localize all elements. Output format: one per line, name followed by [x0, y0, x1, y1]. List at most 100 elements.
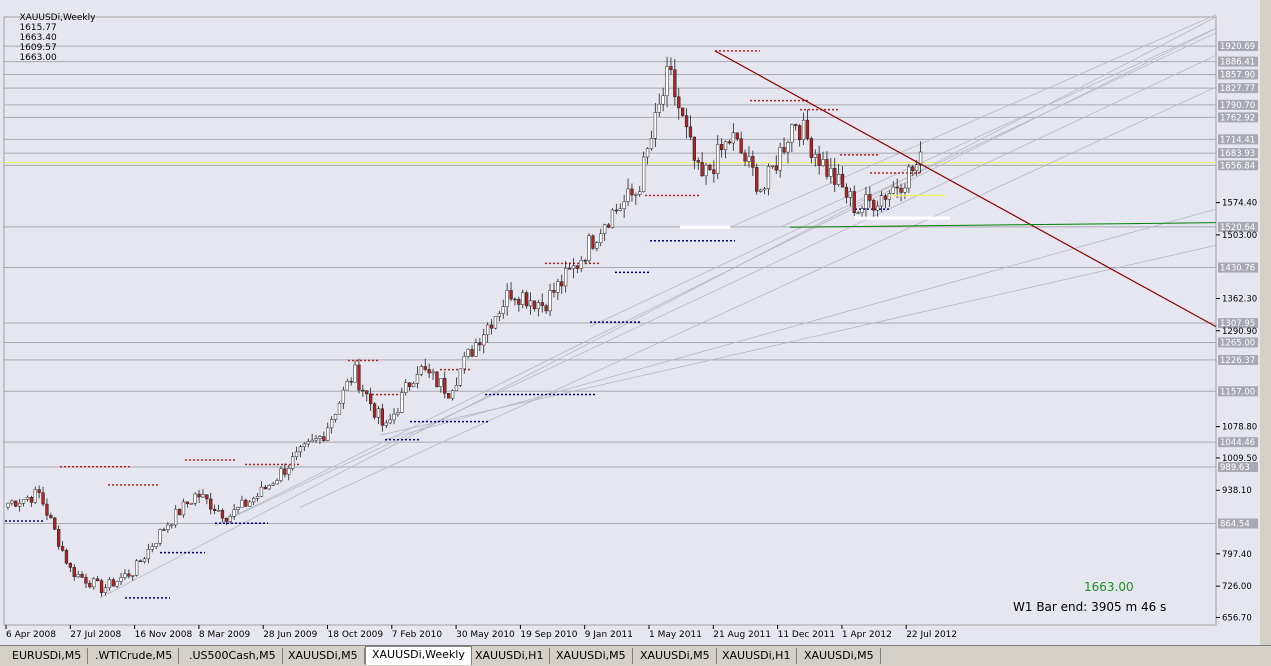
time-tick-label: 8 Mar 2009 [199, 630, 251, 640]
candle-body [96, 578, 100, 581]
tab-xauusdi-m5[interactable]: XAUUSDi,M5 [282, 648, 365, 664]
level-label: 1857.90 [1220, 70, 1255, 80]
candle-body [653, 112, 658, 139]
price-tick-label: 797.40 [1222, 550, 1252, 560]
tab-xauusdi-h1[interactable]: XAUUSDi,H1 [716, 648, 798, 664]
candle-body [271, 483, 275, 486]
candle-body [146, 549, 150, 560]
candle-body [801, 119, 806, 141]
candle-body [236, 507, 240, 510]
candle-body [372, 403, 377, 418]
candle-body [201, 494, 205, 498]
ohlc-header: XAUUSDi,Weekly 1615.77 1663.40 1609.57 1… [8, 3, 100, 73]
candle-body [860, 208, 864, 213]
candle-body [716, 144, 720, 174]
tab-wticrude-m5[interactable]: .WTICrude,M5 [89, 648, 180, 664]
current-price-overlay: 1663.00 [1084, 580, 1134, 594]
candle-body [782, 147, 786, 153]
price-tick-label: 656.70 [1222, 613, 1252, 623]
tab-us500cash-m5[interactable]: .US500Cash,M5 [183, 648, 283, 664]
price-tick-label: 1009.50 [1222, 454, 1257, 464]
candle-body [287, 468, 291, 475]
time-tick-label: 18 Oct 2009 [328, 630, 384, 640]
candle-body [809, 138, 814, 158]
candle-body [197, 493, 201, 498]
candle-body [505, 290, 509, 307]
candle-body [127, 573, 131, 577]
candle-body [10, 500, 14, 504]
candle-body [154, 542, 158, 547]
candle-body [294, 451, 299, 458]
candle-body [123, 573, 127, 578]
time-tick-label: 21 Aug 2011 [713, 630, 771, 640]
candle-body [501, 306, 505, 314]
candle-body [872, 200, 876, 211]
tab-xauusdi-m5[interactable]: XAUUSDi,M5 [550, 648, 633, 664]
tab-xauusdi-weekly[interactable]: XAUUSDi,Weekly [365, 646, 472, 665]
candle-body [497, 313, 502, 317]
candle-body [220, 510, 225, 519]
candle-body [887, 193, 892, 200]
candle-body [645, 148, 650, 158]
candle-body [883, 195, 888, 200]
candle-body [759, 189, 763, 192]
candle-body [283, 468, 287, 475]
candle-body [509, 290, 513, 300]
candle-body [244, 499, 248, 507]
candle-body [712, 169, 716, 174]
candle-body [177, 508, 182, 516]
tab-eurusdi-m5[interactable]: EURUSDi,M5 [6, 648, 89, 664]
candle-body [224, 517, 228, 522]
candle-body [150, 546, 154, 550]
candle-body [209, 498, 213, 510]
candle-body [560, 281, 564, 287]
candle-body [751, 156, 755, 168]
candle-body [840, 173, 845, 188]
candle-body [138, 560, 143, 563]
candle-body [536, 302, 541, 310]
candle-body [595, 242, 599, 249]
candle-body [423, 366, 427, 370]
candle-body [170, 524, 174, 527]
candle-body [821, 159, 825, 167]
candle-body [638, 191, 642, 195]
candle-body [868, 194, 872, 201]
level-label: 989.63 [1220, 463, 1250, 473]
candle-body [88, 582, 92, 588]
tab-xauusdi-m5[interactable]: XAUUSDi,M5 [798, 648, 881, 664]
candle-body [556, 281, 560, 293]
time-tick-label: 6 Apr 2008 [6, 630, 56, 640]
candle-body [411, 383, 416, 387]
level-label: 1157.00 [1220, 387, 1255, 397]
tab-xauusdi-m5[interactable]: XAUUSDi,M5 [634, 648, 717, 664]
candle-body [618, 208, 622, 211]
candle-body [466, 349, 470, 357]
candle-body [174, 508, 178, 526]
candle-body [41, 492, 45, 505]
level-label: 1656.84 [1220, 161, 1255, 171]
candle-body [720, 144, 724, 151]
candle-body [248, 501, 252, 507]
candle-body [571, 265, 576, 269]
price-tick-label: 1362.30 [1222, 294, 1257, 304]
candle-body [365, 390, 369, 395]
bar-end-timer: W1 Bar end: 3905 m 46 s [1013, 600, 1167, 614]
tab-xauusdi-h1[interactable]: XAUUSDi,H1 [469, 648, 551, 664]
candle-body [603, 224, 607, 235]
candle-body [552, 290, 556, 293]
candle-body [700, 162, 704, 177]
candle-body [119, 577, 123, 582]
candle-body [45, 503, 49, 516]
candle-body [318, 436, 322, 439]
candle-body [279, 468, 283, 481]
candle-body [142, 558, 147, 563]
price-chart[interactable]: 1920.69 1886.41 1857.90 1827.77 1790.70 1762.… [0, 0, 1260, 645]
candle-body [72, 567, 76, 578]
candle-body [419, 366, 424, 375]
chart-window[interactable]: 1920.69 1886.41 1857.90 1827.77 1790.70 1762.… [0, 0, 1271, 645]
candle-body [478, 342, 482, 346]
candle-body [431, 371, 435, 374]
candle-body [205, 494, 209, 500]
candle-body [669, 66, 673, 70]
candle-body [314, 438, 318, 441]
